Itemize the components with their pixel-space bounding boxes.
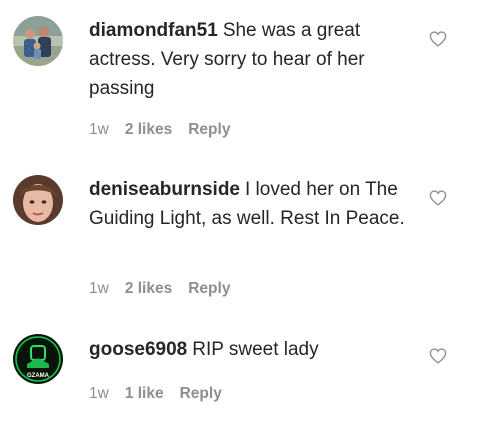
comment-meta: 1w 2 likes Reply <box>89 121 230 139</box>
reply-button[interactable]: Reply <box>188 121 230 139</box>
comment-time[interactable]: 1w <box>89 280 109 298</box>
avatar-logo-text: GZAMA <box>27 373 50 379</box>
comment-text: diamondfan51 She was a great actress. Ver… <box>89 16 407 103</box>
heart-outline-icon[interactable] <box>429 31 447 47</box>
heart-outline-icon[interactable] <box>429 348 447 364</box>
heart-outline-icon[interactable] <box>429 190 447 206</box>
comment-username[interactable]: goose6908 <box>89 339 187 360</box>
comment-meta: 1w 2 likes Reply <box>89 280 230 298</box>
avatar[interactable] <box>13 175 63 225</box>
comment-time[interactable]: 1w <box>89 121 109 139</box>
comment-likes[interactable]: 1 like <box>125 385 164 403</box>
comment-list: diamondfan51 She was a great actress. Ver… <box>0 0 480 423</box>
comment-text: deniseaburnside I loved her on The Guidin… <box>89 175 407 233</box>
comment-meta: 1w 1 like Reply <box>89 385 222 403</box>
comment-username[interactable]: deniseaburnside <box>89 179 240 200</box>
comment-time[interactable]: 1w <box>89 385 109 403</box>
avatar[interactable]: GZAMA <box>13 334 63 384</box>
comment-likes[interactable]: 2 likes <box>125 121 172 139</box>
green-logo-avatar-icon: GZAMA <box>13 334 63 384</box>
family-photo-avatar-icon <box>13 16 63 66</box>
comment-username[interactable]: diamondfan51 <box>89 20 218 41</box>
avatar[interactable] <box>13 16 63 66</box>
portrait-avatar-icon <box>13 175 63 225</box>
comment-likes[interactable]: 2 likes <box>125 280 172 298</box>
comment-body: RIP sweet lady <box>192 339 319 360</box>
reply-button[interactable]: Reply <box>188 280 230 298</box>
reply-button[interactable]: Reply <box>180 385 222 403</box>
comment-text: goose6908 RIP sweet lady <box>89 335 407 364</box>
